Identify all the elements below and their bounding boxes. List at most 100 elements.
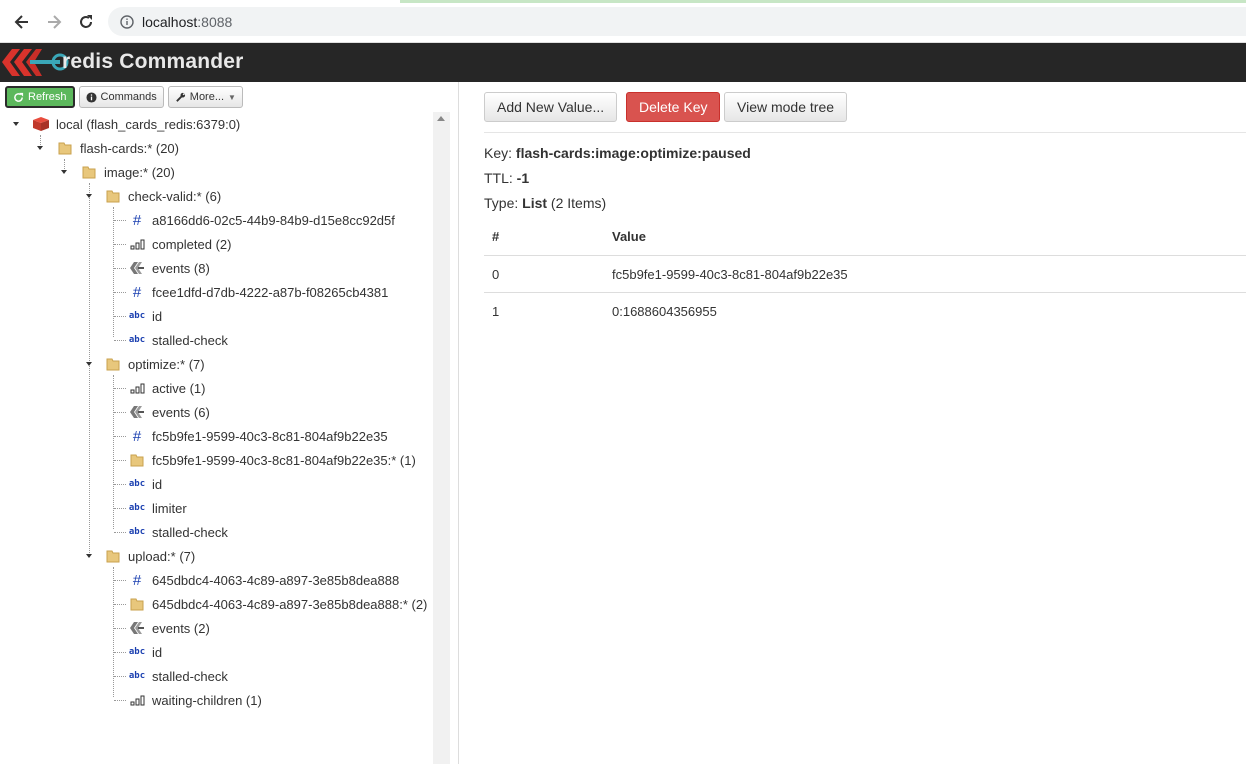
reload-icon (80, 15, 92, 28)
type-info: Type: List (2 Items) (484, 195, 606, 211)
tree-connector (113, 207, 114, 337)
back-button[interactable] (10, 10, 34, 34)
app-title: redis Commander (62, 50, 244, 73)
expand-toggle[interactable] (61, 170, 67, 174)
address-bar[interactable]: localhost:8088 (108, 7, 1246, 36)
tree-leaf[interactable]: events (2) (128, 616, 210, 640)
stream-icon (128, 260, 146, 276)
tree-node-check-valid[interactable]: check-valid:* (6) (104, 184, 221, 208)
more-button[interactable]: More... ▼ (167, 86, 243, 108)
tree-connector (114, 268, 126, 269)
tree-scrollbar[interactable] (433, 112, 450, 764)
key-label: Key: (484, 145, 513, 161)
folder-icon (56, 140, 74, 156)
tree-connector (114, 508, 126, 509)
tree-connector (113, 567, 114, 697)
expand-toggle[interactable] (86, 362, 92, 366)
tree-leaf[interactable]: abc id (128, 472, 162, 496)
tree-leaf[interactable]: events (6) (128, 400, 210, 424)
tree-node-image[interactable]: image:* (20) (80, 160, 175, 184)
view-mode-tree-button[interactable]: View mode tree (724, 92, 848, 122)
info-icon (120, 14, 134, 29)
forward-arrow-icon (48, 15, 62, 29)
tree-node-connection[interactable]: local (flash_cards_redis:6379:0) (32, 112, 240, 136)
url-host: localhost (142, 13, 198, 30)
forward-button[interactable] (42, 10, 66, 34)
column-header-value: Value (612, 229, 646, 244)
tree-node-flash-cards[interactable]: flash-cards:* (20) (56, 136, 179, 160)
tree-leaf-label: stalled-check (152, 332, 228, 348)
tree-leaf-label: a8166dd6-02c5-44b9-84b9-d15e8cc92d5f (152, 212, 395, 228)
tree-leaf-label: events (2) (152, 620, 210, 636)
divider-line (484, 132, 1246, 133)
redis-commander-logo-icon (2, 49, 69, 76)
tree-node-job-folder[interactable]: 645dbdc4-4063-4c89-a897-3e85b8dea888:* (… (128, 592, 427, 616)
tree-connector (114, 628, 126, 629)
refresh-button[interactable]: Refresh (5, 86, 75, 108)
table-header: # Value (484, 218, 1246, 255)
tree-leaf[interactable]: # a8166dd6-02c5-44b9-84b9-d15e8cc92d5f (128, 208, 395, 232)
tree-connector (114, 604, 126, 605)
folder-icon (104, 548, 122, 564)
tree-node-optimize[interactable]: optimize:* (7) (104, 352, 205, 376)
hash-icon: # (132, 211, 142, 229)
tree-leaf[interactable]: abc limiter (128, 496, 187, 520)
zset-icon (128, 236, 146, 252)
tree-leaf[interactable]: # fcee1dfd-d7db-4222-a87b-f08265cb4381 (128, 280, 389, 304)
folder-icon (80, 164, 98, 180)
string-icon: abc (128, 335, 146, 345)
tree-leaf-label: fc5b9fe1-9599-40c3-8c81-804af9b22e35 (152, 428, 388, 444)
row-value[interactable]: fc5b9fe1-9599-40c3-8c81-804af9b22e35 (612, 267, 848, 282)
tree-connector (114, 244, 126, 245)
add-new-value-button[interactable]: Add New Value... (484, 92, 618, 122)
tree-leaf[interactable]: abc id (128, 640, 162, 664)
tree-leaf[interactable]: abc stalled-check (128, 328, 228, 352)
tree-leaf[interactable]: abc stalled-check (128, 664, 228, 688)
caret-down-icon: ▼ (228, 92, 236, 102)
tree-leaf-label: stalled-check (152, 524, 228, 540)
zset-icon (128, 380, 146, 396)
row-index: 0 (492, 267, 500, 282)
tree-leaf[interactable]: active (1) (128, 376, 205, 400)
tab-strip-accent (400, 0, 1246, 3)
scroll-up-arrow-icon[interactable] (437, 116, 445, 121)
hash-icon: # (132, 283, 142, 301)
tree-leaf[interactable]: completed (2) (128, 232, 231, 256)
tree-leaf[interactable]: # 645dbdc4-4063-4c89-a897-3e85b8dea888 (128, 568, 399, 592)
tree-leaf[interactable]: abc id (128, 304, 162, 328)
tree-leaf-label: fcee1dfd-d7db-4222-a87b-f08265cb4381 (152, 284, 389, 300)
commands-button[interactable]: Commands (78, 86, 164, 108)
tree-leaf[interactable]: # fc5b9fe1-9599-40c3-8c81-804af9b22e35 (128, 424, 388, 448)
string-icon: abc (128, 479, 146, 489)
table-row[interactable]: 1 0:1688604356955 (484, 292, 1246, 329)
tree-leaf-label: events (8) (152, 260, 210, 276)
string-icon: abc (128, 647, 146, 657)
expand-toggle[interactable] (13, 122, 19, 126)
expand-toggle[interactable] (86, 554, 92, 558)
tree-leaf[interactable]: events (8) (128, 256, 210, 280)
delete-key-button[interactable]: Delete Key (626, 92, 721, 122)
reload-button[interactable] (74, 10, 98, 34)
redis-server-icon (32, 116, 50, 132)
tree-node-label: fc5b9fe1-9599-40c3-8c81-804af9b22e35:* (… (152, 452, 416, 468)
tree-node-label: upload:* (7) (128, 548, 196, 564)
tree-leaf[interactable]: waiting-children (1) (128, 688, 262, 712)
string-icon: abc (128, 671, 146, 681)
folder-icon (104, 188, 122, 204)
tree-leaf[interactable]: abc stalled-check (128, 520, 228, 544)
tree-connector (114, 652, 126, 653)
row-value[interactable]: 0:1688604356955 (612, 304, 717, 319)
tree-node-label: image:* (20) (104, 164, 175, 180)
expand-toggle[interactable] (86, 194, 92, 198)
column-header-index: # (492, 229, 500, 244)
tree-node-job-folder[interactable]: fc5b9fe1-9599-40c3-8c81-804af9b22e35:* (… (128, 448, 416, 472)
key-tree-panel: Refresh Commands More... ▼ local (flash_… (0, 82, 450, 764)
tree-connector (114, 532, 126, 533)
tree-leaf-label: events (6) (152, 404, 210, 420)
expand-toggle[interactable] (37, 146, 43, 150)
ttl-value: -1 (516, 170, 530, 186)
tree-connector (114, 676, 126, 677)
stream-icon (128, 620, 146, 636)
table-row[interactable]: 0 fc5b9fe1-9599-40c3-8c81-804af9b22e35 (484, 255, 1246, 292)
tree-node-upload[interactable]: upload:* (7) (104, 544, 195, 568)
